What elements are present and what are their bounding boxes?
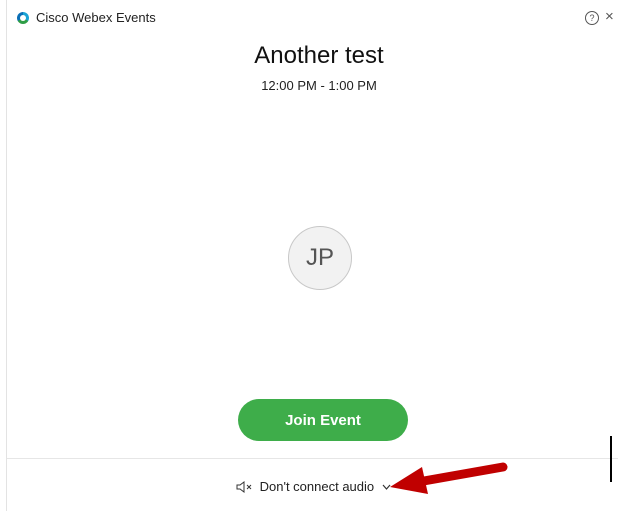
help-icon[interactable]: ? <box>585 11 599 25</box>
page: Cisco Webex Events ? × Another test 12:0… <box>0 0 618 511</box>
webex-logo-icon <box>17 12 29 24</box>
text-cursor <box>610 436 612 482</box>
app-title: Cisco Webex Events <box>36 10 156 25</box>
title-bar: Cisco Webex Events ? × <box>7 6 618 32</box>
close-icon[interactable]: × <box>605 8 614 25</box>
webex-events-window: Cisco Webex Events ? × Another test 12:0… <box>6 0 618 511</box>
speaker-muted-icon <box>236 480 252 493</box>
divider <box>7 458 618 459</box>
event-title: Another test <box>254 42 384 69</box>
event-time: 12:00 PM - 1:00 PM <box>261 78 377 93</box>
red-arrow-icon <box>390 462 508 494</box>
avatar: JP <box>288 226 352 290</box>
join-event-button[interactable]: Join Event <box>238 399 408 441</box>
audio-option-label: Don't connect audio <box>259 479 375 495</box>
avatar-initials: JP <box>305 244 334 271</box>
audio-connection-dropdown[interactable]: Don't connect audio <box>235 478 391 496</box>
